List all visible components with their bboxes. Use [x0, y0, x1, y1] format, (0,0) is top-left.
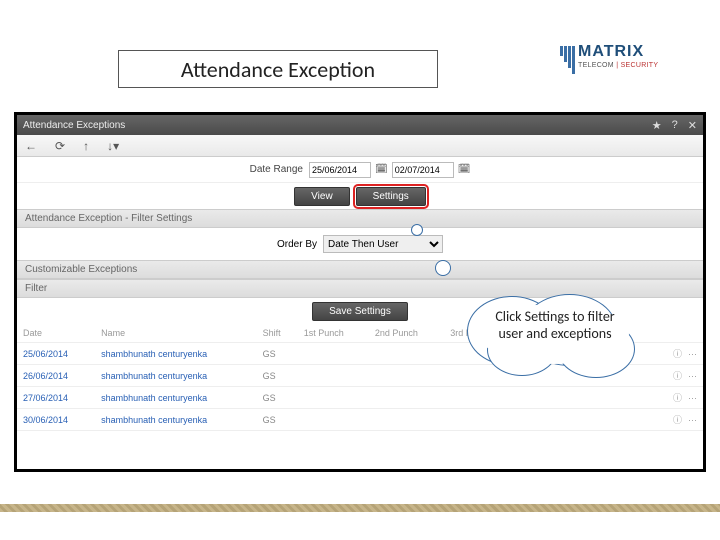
customizable-exceptions-header[interactable]: Customizable Exceptions [17, 260, 703, 279]
order-by-select[interactable]: Date Then User [323, 235, 443, 253]
order-by-row: Order By Date Then User [17, 228, 703, 260]
cloud-tail-icon [435, 260, 451, 276]
cell-name[interactable]: shambhunath centuryenka [95, 343, 257, 365]
cell-shift: GS [257, 365, 298, 387]
calendar-icon[interactable]: 🗓 [375, 164, 388, 175]
more-icon[interactable]: ··· [688, 349, 697, 359]
table-row: 27/06/2014 shambhunath centuryenka GS ⓘ ·… [17, 387, 703, 409]
date-range-row: Date Range 🗓 🗓 [17, 157, 703, 183]
col-shift[interactable]: Shift [257, 324, 298, 343]
help-icon[interactable]: ? [672, 119, 678, 131]
save-settings-button[interactable]: Save Settings [312, 302, 408, 321]
col-2nd-punch[interactable]: 2nd Punch [369, 324, 444, 343]
col-date[interactable]: Date [17, 324, 95, 343]
info-icon[interactable]: ⓘ [673, 371, 682, 381]
down-icon[interactable]: ↓▾ [107, 139, 119, 153]
cell-date[interactable]: 25/06/2014 [17, 343, 95, 365]
star-icon[interactable]: ★ [652, 119, 662, 132]
logo-main-text: MATRIX [578, 44, 658, 60]
info-icon[interactable]: ⓘ [673, 393, 682, 403]
settings-button[interactable]: Settings [356, 187, 426, 206]
more-icon[interactable]: ··· [688, 371, 697, 381]
refresh-icon[interactable]: ⟳ [55, 139, 65, 153]
toolbar: ← ⟳ ↑ ↓▾ [17, 135, 703, 157]
more-icon[interactable]: ··· [688, 393, 697, 403]
view-button[interactable]: View [294, 187, 350, 206]
cell-name[interactable]: shambhunath centuryenka [95, 365, 257, 387]
window-titlebar: Attendance Exceptions ★ ? ✕ [17, 115, 703, 135]
cell-name[interactable]: shambhunath centuryenka [95, 409, 257, 431]
brand-logo: MATRIX TELECOM | SECURITY [560, 44, 690, 82]
info-icon[interactable]: ⓘ [673, 349, 682, 359]
close-icon[interactable]: ✕ [688, 119, 697, 132]
date-range-label: Date Range [250, 164, 303, 175]
cloud-tail-icon [411, 224, 423, 236]
cell-shift: GS [257, 409, 298, 431]
order-by-label: Order By [277, 239, 317, 250]
date-to-input[interactable] [392, 162, 454, 178]
calendar-icon[interactable]: 🗓 [458, 164, 471, 175]
cell-date[interactable]: 27/06/2014 [17, 387, 95, 409]
cell-date[interactable]: 30/06/2014 [17, 409, 95, 431]
cell-name[interactable]: shambhunath centuryenka [95, 387, 257, 409]
table-row: 30/06/2014 shambhunath centuryenka GS ⓘ ·… [17, 409, 703, 431]
col-1st-punch[interactable]: 1st Punch [298, 324, 369, 343]
cell-shift: GS [257, 343, 298, 365]
up-icon[interactable]: ↑ [83, 139, 89, 153]
slide-title: Attendance Exception [118, 50, 438, 88]
logo-bars-icon [560, 46, 575, 74]
callout-cloud: Click Settings to filter user and except… [467, 290, 642, 380]
date-from-input[interactable] [309, 162, 371, 178]
cell-shift: GS [257, 387, 298, 409]
back-icon[interactable]: ← [25, 139, 37, 153]
logo-sub-text: TELECOM | SECURITY [578, 62, 658, 69]
footer-stripe [0, 504, 720, 512]
info-icon[interactable]: ⓘ [673, 415, 682, 425]
filter-settings-header[interactable]: Attendance Exception - Filter Settings [17, 209, 703, 228]
col-name[interactable]: Name [95, 324, 257, 343]
cell-date[interactable]: 26/06/2014 [17, 365, 95, 387]
window-title: Attendance Exceptions [23, 120, 125, 131]
callout-text: Click Settings to filter user and except… [485, 308, 625, 342]
more-icon[interactable]: ··· [688, 415, 697, 425]
